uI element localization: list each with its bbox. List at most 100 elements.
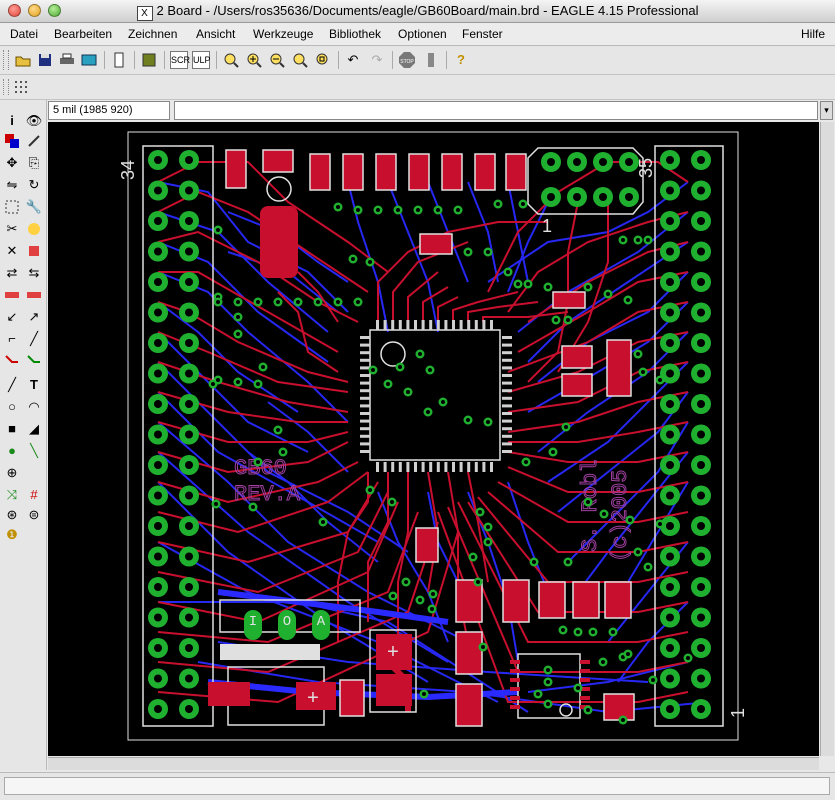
route-icon[interactable]	[3, 352, 21, 370]
menu-datei[interactable]: Datei	[10, 27, 38, 41]
horizontal-scrollbar[interactable]	[48, 757, 819, 770]
value-icon[interactable]	[25, 286, 43, 304]
drc-icon[interactable]: ⊜	[25, 506, 43, 524]
qfp-pin	[502, 366, 512, 370]
errors-icon[interactable]: ❶	[3, 526, 21, 544]
name-icon[interactable]	[3, 286, 21, 304]
delete-icon[interactable]	[25, 220, 43, 238]
paste-icon[interactable]: ✂	[3, 220, 21, 238]
script-icon[interactable]	[110, 51, 128, 69]
info-icon[interactable]: i	[3, 112, 21, 130]
menu-zeichnen[interactable]: Zeichnen	[128, 27, 177, 41]
ulp-icon[interactable]: ULP	[192, 51, 211, 69]
menu-fenster[interactable]: Fenster	[462, 27, 503, 41]
script-run-icon[interactable]: SCR	[170, 51, 190, 69]
zoom-select-icon[interactable]	[314, 51, 332, 69]
pad-drill	[526, 282, 530, 286]
arc-icon[interactable]: ◠	[25, 398, 43, 416]
qfp-pin	[502, 381, 512, 385]
rect-icon[interactable]: ■	[3, 420, 21, 438]
via-icon[interactable]: ●	[3, 442, 21, 460]
smash-icon[interactable]: ↙	[3, 308, 21, 326]
replace-icon[interactable]: ⇄	[3, 264, 21, 282]
print-icon[interactable]	[58, 51, 76, 69]
split-icon[interactable]: ⌐	[3, 330, 21, 348]
pad-drill	[697, 400, 705, 408]
pad-drill	[547, 158, 555, 166]
copy-icon[interactable]: ⎘	[25, 154, 43, 172]
qfp-pin	[360, 336, 370, 339]
menu-optionen[interactable]: Optionen	[398, 27, 447, 41]
group-icon[interactable]	[3, 198, 21, 216]
help-icon[interactable]: ?	[452, 51, 470, 69]
qfp-pin	[474, 462, 478, 472]
zoom-fit-icon[interactable]	[222, 51, 240, 69]
text-icon[interactable]: T	[25, 376, 43, 394]
polygon-icon[interactable]: ◢	[25, 420, 43, 438]
command-history-button[interactable]: ▾	[820, 101, 833, 120]
redo-icon[interactable]: ↷	[368, 51, 386, 69]
qfp-pin	[452, 462, 455, 472]
cut-icon[interactable]: ✕	[3, 242, 21, 260]
pad-drill	[185, 552, 193, 561]
library-icon[interactable]	[140, 51, 158, 69]
optimize-icon[interactable]: ╱	[25, 330, 43, 348]
change-icon[interactable]: 🔧	[25, 198, 43, 216]
erc-icon[interactable]: ⊛	[3, 506, 21, 524]
go-icon[interactable]	[422, 51, 440, 69]
ratsnest-icon[interactable]: ⤨	[3, 486, 21, 504]
command-line-input[interactable]	[174, 101, 818, 120]
mark-icon[interactable]	[25, 132, 43, 150]
board-canvas[interactable]: GB60 REV.A S. Robl (c)2005 34 35 1 1 I O…	[48, 122, 819, 756]
capacitor-1: +	[208, 666, 336, 726]
menu-ansicht[interactable]: Ansicht	[196, 27, 235, 41]
pinswap-icon[interactable]: ⇆	[25, 264, 43, 282]
coordinate-display: 5 mil (1985 920)	[48, 101, 170, 120]
grid-icon[interactable]	[12, 78, 30, 96]
show-icon[interactable]: 👁	[25, 112, 43, 130]
toolbar-grip[interactable]	[3, 50, 9, 70]
save-icon[interactable]	[36, 51, 54, 69]
window-title-text: 2 Board - /Users/ros35636/Documents/eagl…	[156, 3, 699, 18]
open-icon[interactable]	[14, 51, 32, 69]
ic-pin	[580, 669, 590, 673]
ripup-icon[interactable]	[25, 352, 43, 370]
add-icon[interactable]	[25, 242, 43, 260]
stop-icon[interactable]: STOP	[398, 51, 416, 69]
pad-drill	[697, 705, 705, 713]
pad-drill	[316, 300, 320, 304]
auto-router-icon[interactable]: #	[25, 486, 43, 504]
top-header-pads	[541, 152, 639, 207]
pad-drill	[599, 193, 607, 201]
pad-drill	[404, 580, 408, 584]
menu-werkzeuge[interactable]: Werkzeuge	[253, 27, 313, 41]
circle-icon[interactable]: ○	[3, 398, 21, 416]
display-icon[interactable]	[3, 132, 21, 150]
signal-icon[interactable]: ╲	[25, 442, 43, 460]
pad-drill	[532, 560, 536, 564]
toolbar-grip[interactable]	[3, 79, 9, 95]
hole-icon[interactable]: ⊕	[3, 464, 21, 482]
miter-icon[interactable]: ↗	[25, 308, 43, 326]
pad-drill	[628, 518, 632, 522]
move-icon[interactable]: ✥	[3, 154, 21, 172]
vertical-scrollbar[interactable]	[820, 122, 834, 756]
menu-hilfe[interactable]: Hilfe	[801, 27, 825, 41]
menu-bibliothek[interactable]: Bibliothek	[329, 27, 381, 41]
mirror-icon[interactable]: ⇋	[3, 176, 21, 194]
qfp-pin	[474, 320, 478, 330]
pad-drill	[436, 208, 440, 212]
wire-icon[interactable]: ╱	[3, 376, 21, 394]
menu-bearbeiten[interactable]: Bearbeiten	[54, 27, 112, 41]
redraw-icon[interactable]	[291, 51, 309, 69]
zoom-out-icon[interactable]	[268, 51, 286, 69]
command-toolbar: i 👁 ✥ ⎘ ⇋ ↻ 🔧 ✂ ✕ ⇄ ⇆ ↙ ↗ ⌐ ╱ ╱ T ○ ◠ ■ …	[0, 100, 47, 770]
cam-icon[interactable]	[80, 51, 98, 69]
undo-icon[interactable]: ↶	[344, 51, 362, 69]
pad-drill	[486, 250, 490, 254]
pad-drill	[154, 339, 162, 347]
zoom-in-icon[interactable]	[245, 51, 263, 69]
rotate-icon[interactable]: ↻	[25, 176, 43, 194]
pad-drill	[236, 332, 240, 336]
pad-drill	[524, 460, 528, 464]
